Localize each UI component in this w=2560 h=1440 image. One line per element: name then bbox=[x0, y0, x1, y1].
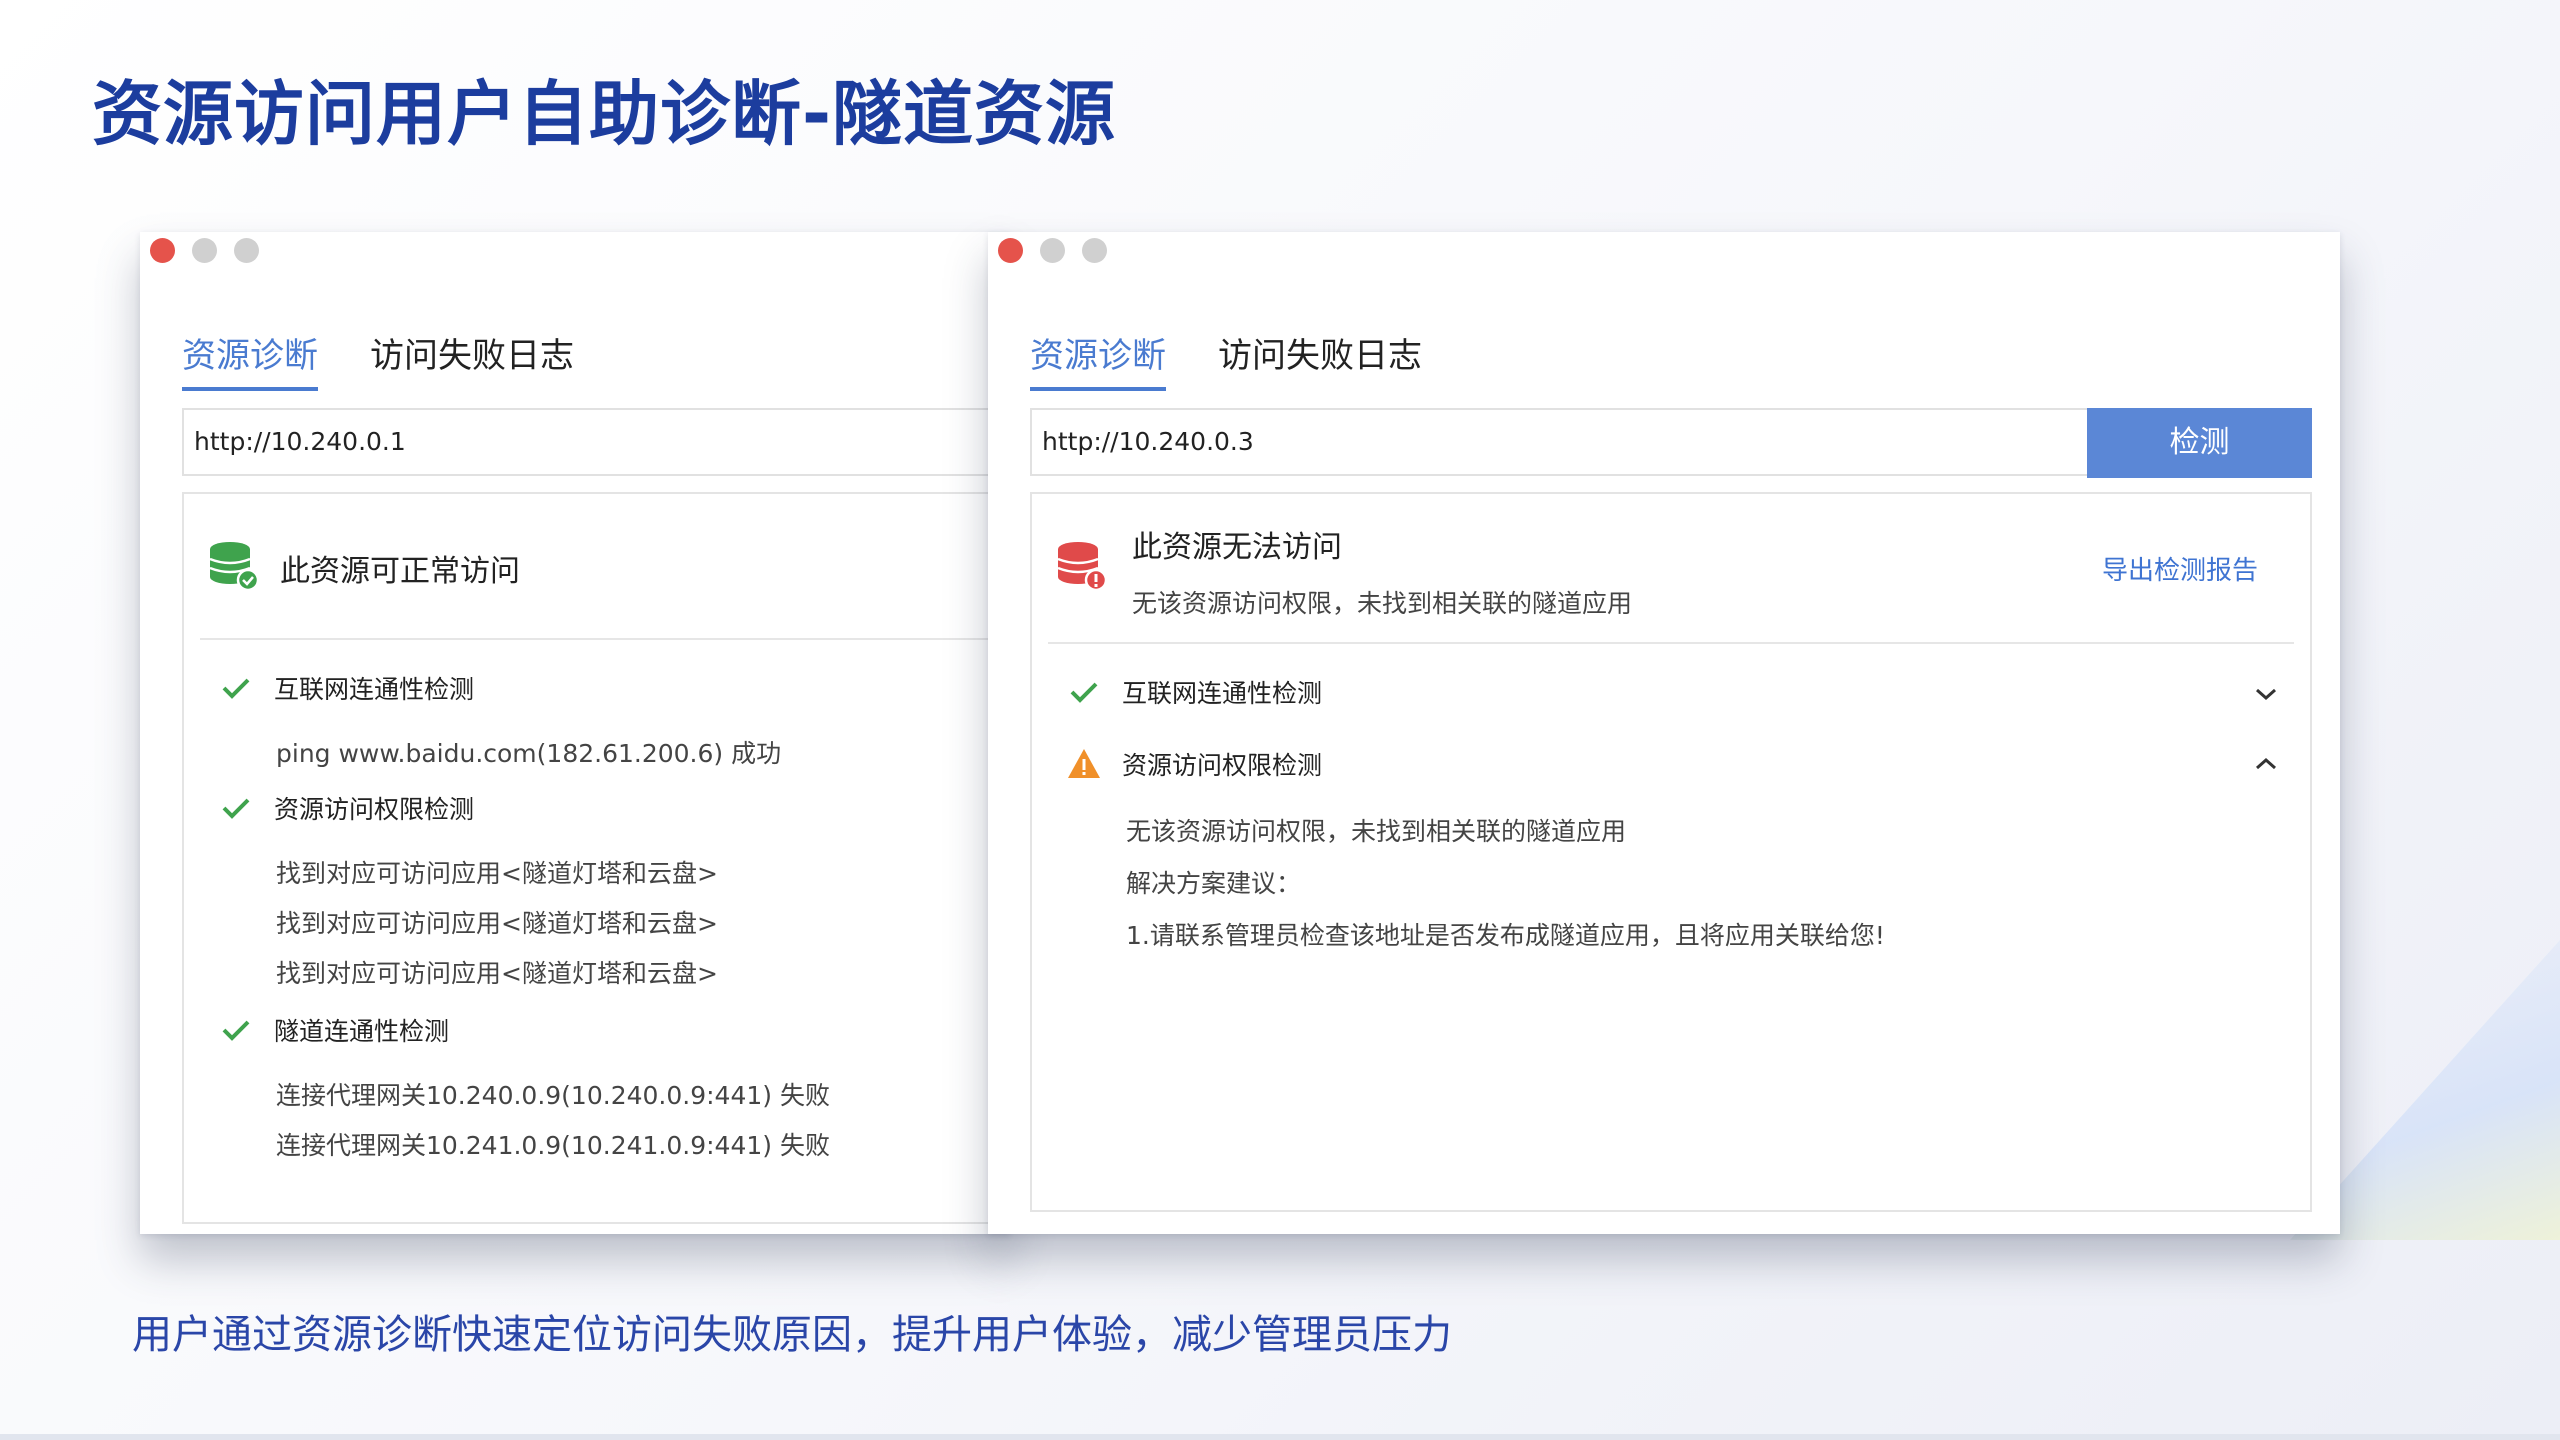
status-detail: 无该资源访问权限，未找到相关联的隧道应用 bbox=[1132, 589, 1633, 618]
chevron-down-icon[interactable] bbox=[2254, 686, 2278, 702]
export-report-link[interactable]: 导出检测报告 bbox=[2102, 550, 2258, 587]
url-input[interactable]: http://10.240.0.1 bbox=[182, 408, 1010, 476]
check-icon bbox=[1070, 682, 1098, 703]
check-title: 互联网连通性检测 bbox=[274, 675, 475, 704]
window-controls bbox=[150, 238, 259, 263]
minimize-dot[interactable] bbox=[1040, 238, 1065, 263]
check-icon bbox=[222, 798, 250, 819]
window-controls bbox=[998, 238, 1107, 263]
check-detail: 解决方案建议： bbox=[1126, 869, 1302, 898]
warning-icon bbox=[1068, 749, 1100, 778]
result-panel: 此资源可正常访问 互联网连通性检测 ping www.baidu.com(182… bbox=[182, 492, 1010, 1224]
check-detail: 连接代理网关10.240.0.9(10.240.0.9:441) 失败 bbox=[276, 1081, 830, 1110]
diagnosis-window-error: 资源诊断 访问失败日志 http://10.240.0.3 检测 此资源无法访问… bbox=[988, 232, 2340, 1234]
check-row-internet: 互联网连通性检测 bbox=[218, 670, 474, 706]
check-detail: 找到对应可访问应用<隧道灯塔和云盘> bbox=[276, 859, 718, 888]
status-title: 此资源无法访问 bbox=[1132, 530, 1342, 565]
tab-resource-diagnosis[interactable]: 资源诊断 bbox=[1030, 328, 1166, 391]
database-ok-icon bbox=[209, 542, 260, 592]
close-dot[interactable] bbox=[150, 238, 175, 263]
check-title: 资源访问权限检测 bbox=[1122, 751, 1323, 780]
check-detail: 无该资源访问权限，未找到相关联的隧道应用 bbox=[1126, 817, 1627, 846]
database-error-icon bbox=[1057, 542, 1108, 592]
slide-footer: 用户通过资源诊断快速定位访问失败原因，提升用户体验，减少管理员压力 bbox=[132, 1312, 1452, 1358]
check-row-internet[interactable]: 互联网连通性检测 bbox=[1066, 674, 1322, 710]
url-input[interactable]: http://10.240.0.3 bbox=[1030, 408, 2117, 476]
maximize-dot[interactable] bbox=[234, 238, 259, 263]
check-row-permission: 资源访问权限检测 bbox=[218, 790, 474, 826]
detect-button[interactable]: 检测 bbox=[2087, 408, 2312, 478]
check-title: 隧道连通性检测 bbox=[274, 1017, 450, 1046]
check-title: 互联网连通性检测 bbox=[1122, 679, 1323, 708]
tab-failure-log[interactable]: 访问失败日志 bbox=[370, 328, 574, 391]
check-detail: ping www.baidu.com(182.61.200.6) 成功 bbox=[276, 739, 782, 768]
check-detail: 找到对应可访问应用<隧道灯塔和云盘> bbox=[276, 909, 718, 938]
minimize-dot[interactable] bbox=[192, 238, 217, 263]
maximize-dot[interactable] bbox=[1082, 238, 1107, 263]
check-row-permission[interactable]: 资源访问权限检测 bbox=[1066, 746, 1322, 782]
divider bbox=[1048, 642, 2294, 644]
check-icon bbox=[222, 678, 250, 699]
result-panel: 此资源无法访问 无该资源访问权限，未找到相关联的隧道应用 导出检测报告 互联网连… bbox=[1030, 492, 2312, 1212]
check-icon bbox=[222, 1020, 250, 1041]
close-dot[interactable] bbox=[998, 238, 1023, 263]
tab-bar: 资源诊断 访问失败日志 bbox=[182, 328, 574, 391]
check-title: 资源访问权限检测 bbox=[274, 795, 475, 824]
check-row-tunnel: 隧道连通性检测 bbox=[218, 1012, 449, 1048]
chevron-up-icon[interactable] bbox=[2254, 756, 2278, 772]
divider bbox=[200, 638, 1010, 640]
tab-resource-diagnosis[interactable]: 资源诊断 bbox=[182, 328, 318, 391]
check-detail: 连接代理网关10.241.0.9(10.241.0.9:441) 失败 bbox=[276, 1131, 830, 1160]
bottom-line bbox=[0, 1434, 2560, 1440]
tab-failure-log[interactable]: 访问失败日志 bbox=[1218, 328, 1422, 391]
check-detail: 找到对应可访问应用<隧道灯塔和云盘> bbox=[276, 959, 718, 988]
tab-bar: 资源诊断 访问失败日志 bbox=[1030, 328, 1422, 391]
check-detail: 1.请联系管理员检查该地址是否发布成隧道应用，且将应用关联给您! bbox=[1126, 921, 1885, 950]
status-title: 此资源可正常访问 bbox=[280, 554, 520, 589]
slide-title: 资源访问用户自助诊断-隧道资源 bbox=[92, 73, 1117, 155]
diagnosis-window-ok: 资源诊断 访问失败日志 http://10.240.0.1 此资源可正常访问 互… bbox=[140, 232, 1010, 1234]
